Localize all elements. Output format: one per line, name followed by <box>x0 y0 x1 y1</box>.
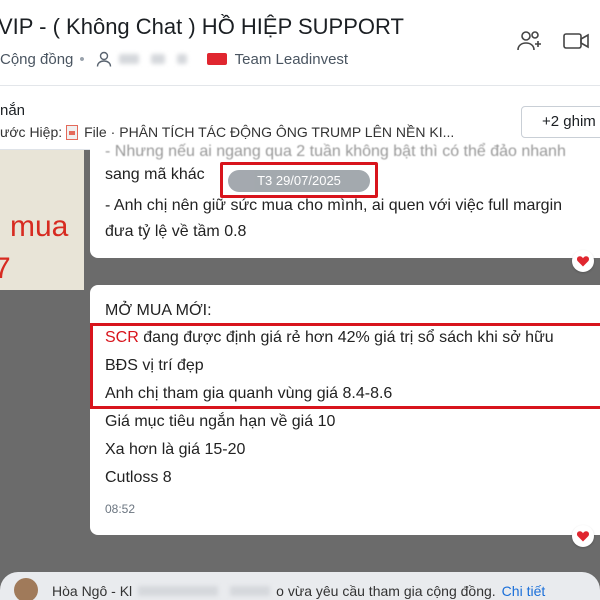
notification-text: Hòa Ngô - Kl o vừa yêu cầu tham gia cộng… <box>52 583 545 599</box>
team-label[interactable]: Team Leadinvest <box>235 51 348 68</box>
pinned-file-name[interactable]: PHÂN TÍCH TÁC ĐỘNG ÔNG TRUMP LÊN NỀN KI.… <box>119 124 454 140</box>
more-pins-button[interactable]: +2 ghim <box>521 106 600 138</box>
blurred-count <box>176 54 187 64</box>
header-subrow: Cộng đồng • Team Leadinvest <box>0 50 348 68</box>
video-call-icon[interactable] <box>562 28 590 54</box>
avatar <box>14 578 38 600</box>
blurred-name <box>138 586 219 596</box>
message-line: sang mã khác <box>105 166 205 183</box>
scr-highlight-box <box>90 323 600 409</box>
blurred-name <box>230 586 271 596</box>
file-prefix: File · <box>84 124 116 140</box>
preview-text: 7 <box>0 252 11 285</box>
chat-header: VIP - ( Không Chat ) HỒ HIỆP SUPPORT Cộn… <box>0 0 600 86</box>
message-line: - Nhưng nếu ai ngang qua 2 tuần không bậ… <box>105 143 566 160</box>
pinned-message[interactable]: ước Hiệp: File · PHÂN TÍCH TÁC ĐỘNG ÔNG … <box>0 124 454 140</box>
message-heading: MỞ MUA MỚI: <box>105 302 212 319</box>
separator-dot: • <box>79 50 85 68</box>
heart-reaction-icon[interactable] <box>572 525 594 547</box>
heart-reaction-icon[interactable] <box>572 250 594 272</box>
join-request-notification: Hòa Ngô - Kl o vừa yêu cầu tham gia cộng… <box>0 572 600 600</box>
notification-message: o vừa yêu cầu tham gia cộng đồng. <box>276 583 496 599</box>
message-line: Giá mục tiêu ngắn hạn về giá 10 <box>105 413 336 430</box>
date-highlight-box <box>220 162 378 198</box>
blurred-count <box>118 54 139 64</box>
pinned-label: nắn <box>0 102 26 119</box>
requester-name: Hòa Ngô - Kl <box>52 583 133 599</box>
message-timestamp: 08:52 <box>105 502 136 516</box>
header-actions <box>516 28 590 54</box>
left-preview-image[interactable]: mua 7 <box>0 150 84 290</box>
blurred-count <box>150 54 165 64</box>
community-label[interactable]: Cộng đồng <box>0 51 73 68</box>
message-line: - Anh chị nên giữ sức mua cho mình, ai q… <box>105 197 563 214</box>
team-label-icon <box>206 53 227 65</box>
details-link[interactable]: Chi tiết <box>502 583 546 599</box>
preview-text: mua <box>10 210 69 243</box>
user-icon[interactable] <box>95 50 113 68</box>
message-bubble[interactable]: - Nhưng nếu ai ngang qua 2 tuần không bậ… <box>90 140 600 258</box>
message-line: Cutloss 8 <box>105 469 172 486</box>
message-line: đưa tỷ lệ về tầm 0.8 <box>105 223 247 240</box>
group-title[interactable]: VIP - ( Không Chat ) HỒ HIỆP SUPPORT <box>0 14 404 40</box>
add-members-icon[interactable] <box>516 28 544 54</box>
pdf-file-icon <box>66 124 79 140</box>
pinned-sender: ước Hiệp: <box>0 124 63 140</box>
message-line: Xa hơn là giá 15-20 <box>105 441 246 458</box>
